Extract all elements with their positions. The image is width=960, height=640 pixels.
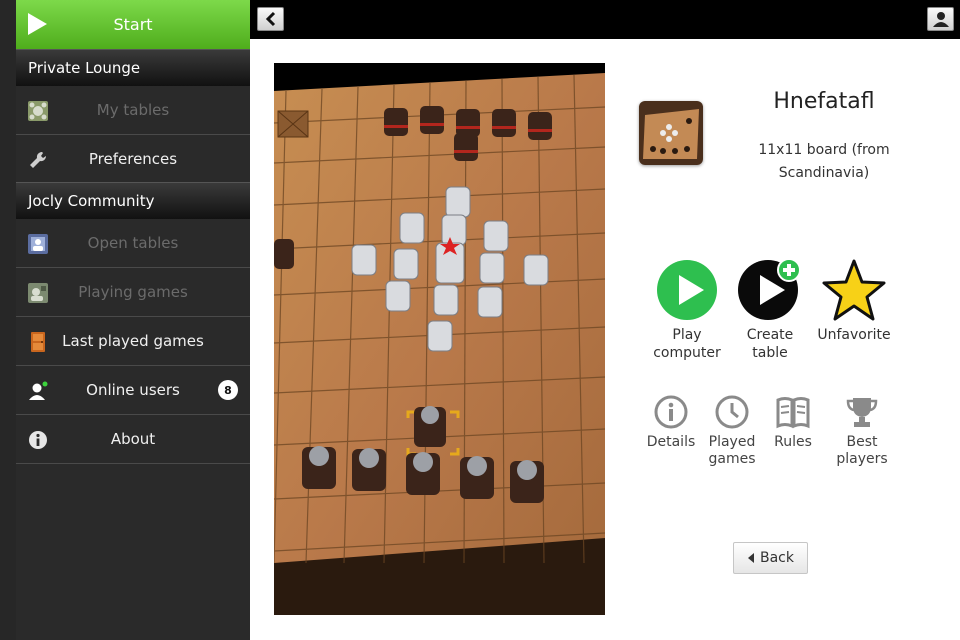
unfavorite-button[interactable]: Unfavorite [812, 259, 896, 344]
online-count-badge: 8 [218, 380, 238, 400]
start-button[interactable]: Start [16, 0, 250, 49]
book-icon [776, 397, 810, 429]
sidebar-item-about[interactable]: About [16, 415, 250, 464]
played-games-link[interactable]: Played games [702, 395, 762, 468]
section-title: Private Lounge [28, 59, 141, 77]
back-label: Back [760, 550, 794, 566]
user-icon [29, 381, 48, 400]
section-title: Jocly Community [28, 192, 155, 210]
open-tables-icon [28, 234, 48, 254]
back-button[interactable]: Back [733, 542, 808, 574]
play-computer-button[interactable]: Play computer [643, 259, 731, 362]
sidebar-rail [0, 0, 16, 640]
user-icon [932, 12, 949, 27]
star-icon [822, 259, 886, 321]
chevron-left-icon [265, 11, 275, 27]
details-link[interactable]: Details [644, 395, 698, 451]
game-description: 11x11 board (from Scandinavia) [758, 142, 890, 181]
sidebar: Start Private Lounge My tables Preferenc… [0, 0, 250, 640]
triangle-left-icon [748, 553, 754, 563]
create-table-label: Create table [746, 327, 794, 361]
game-thumbnail [639, 101, 703, 165]
clock-icon [715, 395, 749, 429]
section-header-jocly-community: Jocly Community [16, 182, 250, 219]
sidebar-item-label: Open tables [87, 234, 179, 252]
played-games-label: Played games [708, 434, 756, 467]
sidebar-item-last-played-games[interactable]: Last played games [16, 317, 250, 366]
sidebar-item-label: About [110, 430, 156, 448]
start-label: Start [113, 15, 153, 34]
create-table-button[interactable]: Create table [730, 258, 810, 362]
sidebar-item-label: Last played games [62, 332, 204, 350]
sidebar-item-preferences[interactable]: Preferences [16, 135, 250, 184]
unfavorite-label: Unfavorite [817, 327, 891, 343]
sidebar-item-open-tables[interactable]: Open tables [16, 219, 250, 268]
sidebar-item-label: Preferences [88, 150, 178, 168]
rules-label: Rules [774, 434, 812, 450]
play-icon [28, 13, 47, 35]
sidebar-item-playing-games[interactable]: Playing games [16, 268, 250, 317]
back-nav-button[interactable] [257, 7, 284, 31]
sidebar-item-my-tables[interactable]: My tables [16, 86, 250, 135]
sidebar-item-label: My tables [96, 101, 170, 119]
game-title: Hnefatafl [773, 89, 875, 114]
sidebar-item-label: Online users [86, 381, 180, 399]
user-account-button[interactable] [927, 7, 954, 31]
sidebar-item-label: Playing games [78, 283, 188, 301]
create-table-icon [738, 258, 801, 320]
wrench-icon [30, 151, 47, 168]
sidebar-item-online-users[interactable]: Online users 8 [16, 366, 250, 415]
playing-games-icon [28, 283, 48, 303]
game-detail-panel: Hnefatafl 11x11 board (from Scandinavia)… [250, 39, 960, 640]
details-label: Details [646, 434, 696, 450]
best-players-link[interactable]: Best players [830, 395, 894, 468]
play-circle-icon [657, 260, 717, 320]
rules-link[interactable]: Rules [766, 395, 820, 451]
best-players-label: Best players [836, 434, 888, 467]
door-icon [31, 332, 45, 352]
game-screenshot [274, 63, 605, 615]
play-computer-label: Play computer [653, 327, 721, 361]
trophy-icon [846, 398, 878, 427]
info-circle-icon [654, 395, 688, 429]
my-tables-icon [28, 101, 48, 121]
info-icon [29, 431, 47, 449]
top-bar [250, 0, 960, 39]
section-header-private-lounge: Private Lounge [16, 49, 250, 86]
